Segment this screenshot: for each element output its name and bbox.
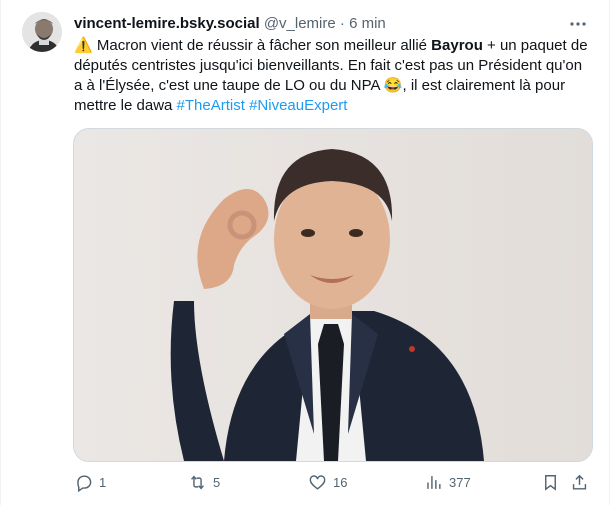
tweet-text-part1: Macron vient de réussir à fâcher son mei… [92, 37, 432, 54]
reply-icon [77, 474, 92, 492]
separator: · [339, 15, 345, 32]
hashtag-niveauexpert[interactable]: #NiveauExpert [249, 97, 347, 114]
avatar[interactable] [22, 12, 62, 52]
share-icon [572, 474, 587, 490]
like-button[interactable]: 16 [308, 470, 347, 494]
reply-count: 1 [99, 474, 107, 490]
tweet-text: ⚠️ Macron vient de réussir à fâcher son … [74, 36, 594, 116]
tweet[interactable]: vincent-lemire.bsky.social @v_lemire · 6… [0, 0, 610, 505]
more-icon[interactable] [568, 14, 588, 34]
repost-icon [191, 474, 204, 490]
bookmark-icon [545, 474, 556, 491]
share-button[interactable] [570, 470, 589, 494]
display-name[interactable]: vincent-lemire.bsky.social [74, 15, 260, 32]
views-icon [427, 475, 441, 489]
reply-button[interactable]: 1 [74, 470, 106, 494]
tweet-photo[interactable] [73, 128, 593, 462]
repost-count: 5 [213, 474, 221, 490]
tweet-header: vincent-lemire.bsky.social @v_lemire · 6… [74, 14, 570, 34]
tweet-text-bold: Bayrou [431, 37, 483, 54]
bookmark-button[interactable] [541, 470, 560, 494]
views-count: 377 [449, 474, 471, 490]
laugh-emoji: 😂 [383, 77, 403, 94]
repost-button[interactable]: 5 [188, 470, 220, 494]
like-icon [309, 474, 326, 490]
like-count: 16 [333, 474, 348, 490]
warning-emoji: ⚠️ [74, 37, 93, 54]
views-button[interactable]: 377 [424, 470, 471, 494]
timestamp[interactable]: 6 min [349, 15, 386, 32]
tweet-actions: 1 5 16 377 [74, 470, 594, 494]
hashtag-theartist[interactable]: #TheArtist [177, 97, 245, 114]
handle[interactable]: @v_lemire [264, 15, 336, 32]
